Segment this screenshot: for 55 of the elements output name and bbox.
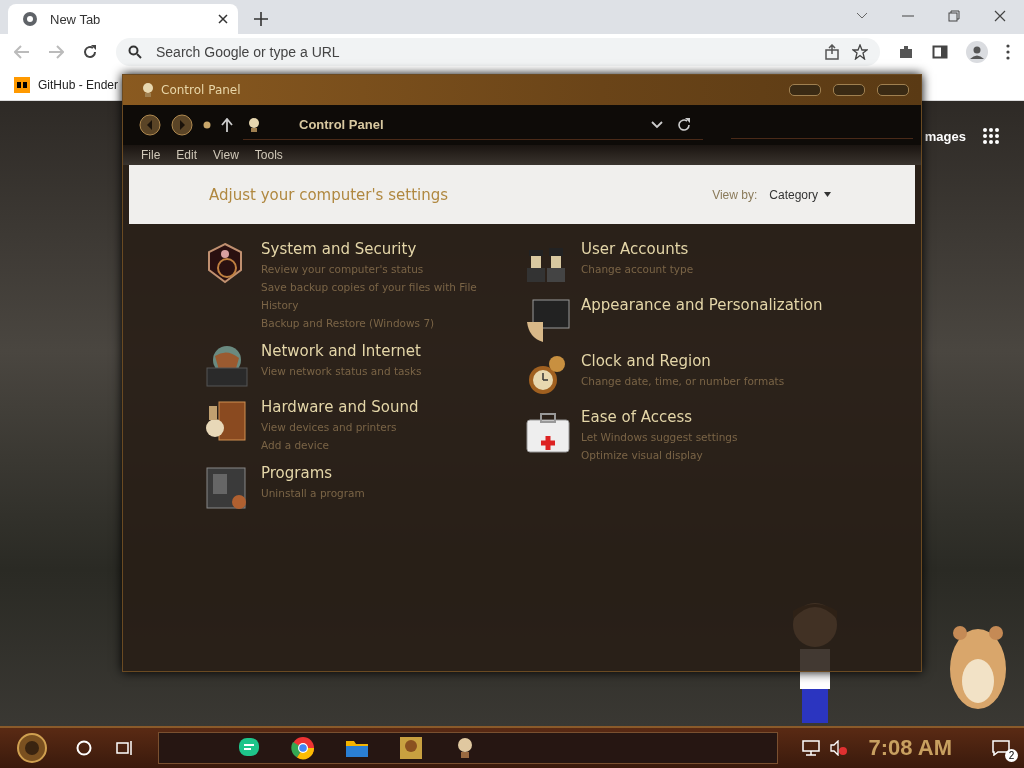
menu-item[interactable]: Tools — [254, 148, 283, 162]
side-panel-icon[interactable] — [932, 44, 948, 60]
category-link[interactable]: System and Security — [261, 238, 417, 260]
cog-icon[interactable] — [203, 121, 211, 129]
apps-grid-icon[interactable] — [982, 127, 1000, 145]
bookmark-link[interactable]: GitHub - Ender — [14, 77, 119, 93]
more-menu-icon[interactable] — [1006, 44, 1010, 60]
restore-icon[interactable] — [948, 10, 960, 22]
forward-button-icon[interactable] — [171, 114, 193, 136]
tab-title: New Tab — [50, 11, 102, 27]
new-tab-icon[interactable] — [254, 12, 268, 26]
lightbulb-icon — [247, 116, 261, 133]
share-icon[interactable] — [824, 44, 840, 60]
window-title: Control Panel — [161, 83, 241, 97]
refresh-icon[interactable] — [677, 117, 691, 132]
up-arrow-icon[interactable] — [221, 118, 233, 132]
page-heading: Adjust your computer's settings — [209, 185, 449, 204]
category-link[interactable]: Network and Internet — [261, 340, 421, 362]
menu-item[interactable]: View — [213, 148, 239, 162]
close-icon[interactable] — [218, 14, 228, 24]
category-link[interactable]: User Accounts — [581, 238, 689, 260]
lightbulb-icon — [141, 82, 155, 98]
reload-icon[interactable] — [82, 44, 98, 60]
maximize-button[interactable] — [833, 84, 865, 96]
back-button-icon[interactable] — [139, 114, 161, 136]
view-by-dropdown[interactable]: Category — [769, 187, 831, 202]
first-aid-kit-icon[interactable] — [525, 410, 571, 454]
minimize-button[interactable] — [789, 84, 821, 96]
dropdown-arrow-icon — [824, 192, 831, 197]
clock-time[interactable]: 7:08 AM — [868, 735, 952, 761]
category-link[interactable]: Programs — [261, 462, 333, 484]
close-button[interactable] — [877, 84, 909, 96]
circle-search-icon[interactable] — [76, 740, 92, 756]
notification-count: 2 — [1005, 749, 1018, 762]
message-icon — [992, 740, 1010, 756]
menu-item[interactable]: File — [141, 148, 161, 162]
search-icon — [128, 45, 142, 59]
close-icon[interactable] — [994, 10, 1006, 22]
globe-icon[interactable] — [205, 344, 251, 388]
category-link[interactable]: Appearance and Personalization — [581, 294, 823, 316]
images-link[interactable]: mages — [924, 128, 966, 144]
network-icon[interactable] — [802, 740, 821, 756]
view-by-label: View by: — [712, 187, 758, 202]
browser-tab[interactable]: New Tab — [8, 4, 238, 34]
category-link[interactable]: Hardware and Sound — [261, 396, 419, 418]
star-icon[interactable] — [852, 44, 868, 60]
menu-item[interactable]: Edit — [176, 148, 198, 162]
monitor-and-fan-icon[interactable] — [525, 298, 571, 342]
ph-logo-icon — [14, 77, 30, 93]
address-bar[interactable]: Search Google or type a URL — [116, 38, 880, 66]
speaker-muted-icon[interactable] — [830, 740, 849, 756]
profile-avatar-icon[interactable] — [966, 41, 988, 63]
category-link[interactable]: Ease of Access — [581, 406, 693, 428]
category-link[interactable]: Clock and Region — [581, 350, 711, 372]
task-view-icon[interactable] — [116, 740, 134, 756]
